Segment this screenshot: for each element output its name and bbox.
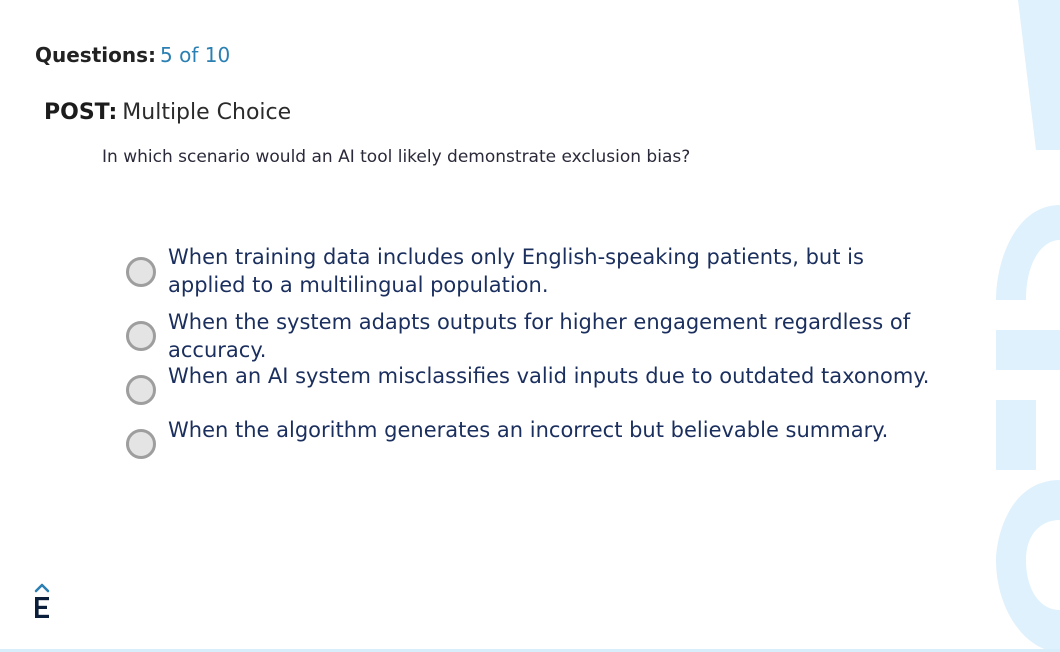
radio-button[interactable] xyxy=(126,321,156,351)
question-type-label: POST: xyxy=(44,100,118,125)
answer-option-label: When an AI system misclassifies valid in… xyxy=(168,364,930,388)
question-type-value: Multiple Choice xyxy=(122,100,292,125)
question-counter-value: 5 of 10 xyxy=(160,43,231,67)
question-counter: Questions: 5 of 10 xyxy=(35,43,230,67)
e-logo-icon xyxy=(30,582,54,620)
radio-button[interactable] xyxy=(126,429,156,459)
answer-option-label: When the system adapts outputs for highe… xyxy=(168,310,911,362)
answer-option-label: When training data includes only English… xyxy=(168,245,864,297)
radio-button[interactable] xyxy=(126,257,156,287)
question-type: POST: Multiple Choice xyxy=(44,100,291,126)
radio-button[interactable] xyxy=(126,375,156,405)
question-counter-label: Questions: xyxy=(35,43,157,67)
question-text: In which scenario would an AI tool likel… xyxy=(102,147,691,167)
decorative-background-graphic xyxy=(996,0,1060,652)
answer-option-label: When the algorithm generates an incorrec… xyxy=(168,418,889,442)
